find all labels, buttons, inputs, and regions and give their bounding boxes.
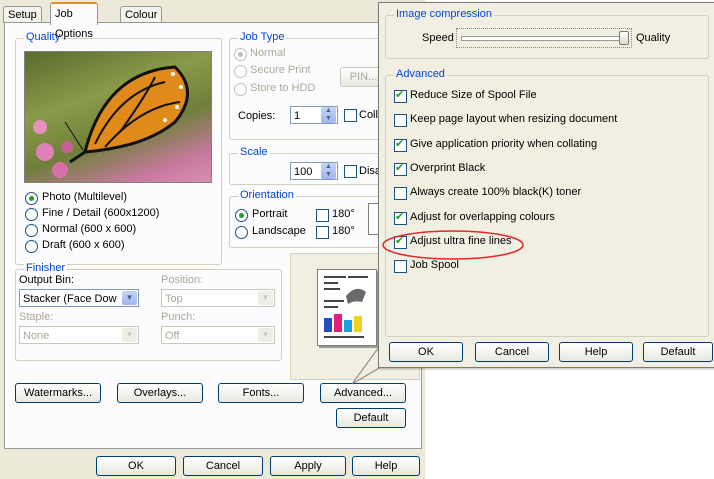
apply-button[interactable]: Apply	[270, 456, 346, 476]
copies-value: 1	[294, 110, 301, 122]
collate-checkbox[interactable]	[344, 109, 357, 122]
advanced-option-checkbox[interactable]	[394, 210, 407, 225]
output-bin-value: Stacker (Face Dow	[23, 293, 117, 305]
output-bin-select[interactable]: Stacker (Face Dow ▼	[19, 289, 139, 307]
quality-group: Quality Photo (Multilevel) Fine / Detail…	[15, 31, 222, 265]
advanced-title: Advanced	[394, 68, 447, 80]
job-type-secure-radio[interactable]	[234, 65, 247, 78]
copies-spinner[interactable]: ▲ ▼	[321, 107, 336, 123]
position-label: Position:	[161, 274, 204, 286]
orientation-landscape-label: Landscape	[252, 225, 306, 237]
speed-label: Speed	[422, 32, 454, 44]
advanced-option-checkbox[interactable]	[394, 137, 407, 152]
staple-dropdown-icon[interactable]: ▼	[122, 328, 137, 342]
job-type-normal-label: Normal	[250, 47, 286, 59]
orientation-portrait-label: Portrait	[252, 208, 288, 220]
advanced-option-label: Give application priority when collating	[410, 137, 598, 150]
highlight-ellipse	[382, 230, 524, 260]
staple-value: None	[23, 330, 50, 342]
quality-fine-radio[interactable]	[25, 208, 38, 221]
quality-preview-image	[24, 51, 212, 183]
staple-select[interactable]: None ▼	[19, 326, 139, 344]
copies-label: Copies:	[238, 110, 276, 122]
quality-normal-radio[interactable]	[25, 224, 38, 237]
advanced-dialog: Image compression Speed Quality Advanced…	[378, 2, 714, 368]
advanced-group: Advanced Reduce Size of Spool File Keep p…	[385, 68, 709, 337]
quality-fine-label: Fine / Detail (600x1200)	[42, 207, 160, 219]
quality-draft-radio[interactable]	[25, 240, 38, 253]
copies-input[interactable]: 1 ▲ ▼	[290, 106, 338, 124]
job-type-store-radio[interactable]	[234, 83, 247, 96]
job-type-normal-radio[interactable]	[234, 48, 247, 61]
finisher-title: Finisher	[24, 262, 68, 274]
slider-track	[461, 36, 629, 41]
cancel-button[interactable]: Cancel	[183, 456, 263, 476]
rotate-portrait-checkbox[interactable]	[316, 209, 329, 222]
quality-normal-label: Normal (600 x 600)	[42, 223, 137, 235]
advanced-option-label: Keep page layout when resizing document	[410, 113, 618, 126]
staple-label: Staple:	[19, 311, 54, 323]
compression-slider[interactable]	[456, 28, 632, 48]
quality-draft-label: Draft (600 x 600)	[42, 239, 125, 251]
finisher-group: Finisher Output Bin: Stacker (Face Dow ▼…	[15, 262, 282, 361]
disable-scale-checkbox[interactable]	[344, 165, 357, 178]
position-value: Top	[165, 293, 183, 305]
scale-title: Scale	[238, 146, 270, 158]
output-bin-dropdown-icon[interactable]: ▼	[122, 291, 137, 305]
orientation-title: Orientation	[238, 189, 296, 201]
advanced-option-checkbox[interactable]	[394, 187, 407, 201]
scale-input[interactable]: 100 ▲ ▼	[290, 162, 338, 180]
job-type-title: Job Type	[238, 31, 287, 43]
fonts-button[interactable]: Fonts...	[218, 383, 304, 403]
advanced-cancel-button[interactable]: Cancel	[475, 342, 549, 362]
ok-button[interactable]: OK	[96, 456, 176, 476]
quality-photo-radio[interactable]	[25, 192, 38, 205]
advanced-option-label: Adjust for overlapping colours	[410, 210, 555, 223]
punch-dropdown-icon[interactable]: ▼	[258, 328, 273, 342]
butterfly-image	[33, 65, 189, 178]
default-button[interactable]: Default	[336, 408, 406, 428]
tab-job-options[interactable]: Job Options	[50, 2, 98, 40]
orientation-group: Orientation Portrait Landscape 180° 180°	[229, 189, 380, 248]
slider-thumb[interactable]	[619, 31, 629, 45]
advanced-option-checkbox[interactable]	[394, 114, 407, 128]
quality-photo-label: Photo (Multilevel)	[42, 191, 127, 203]
orientation-landscape-radio[interactable]	[235, 226, 248, 239]
tab-colour[interactable]: Colour	[120, 6, 163, 23]
quality-label: Quality	[636, 32, 671, 44]
rotate-landscape-label: 180°	[332, 225, 355, 237]
position-select[interactable]: Top ▼	[161, 289, 275, 307]
orientation-portrait-radio[interactable]	[235, 209, 248, 222]
advanced-option-checkbox[interactable]	[394, 161, 407, 176]
tab-setup[interactable]: Setup	[3, 6, 42, 23]
scale-value: 100	[294, 166, 313, 178]
image-compression-title: Image compression	[394, 8, 494, 20]
advanced-option-label: Reduce Size of Spool File	[410, 89, 537, 101]
overlays-button[interactable]: Overlays...	[117, 383, 203, 403]
image-compression-group: Image compression Speed Quality	[385, 8, 709, 59]
job-type-secure-label: Secure Print	[250, 64, 311, 76]
punch-select[interactable]: Off ▼	[161, 326, 275, 344]
output-bin-label: Output Bin:	[19, 274, 75, 286]
advanced-default-button[interactable]: Default	[643, 342, 713, 362]
advanced-help-button[interactable]: Help	[559, 342, 633, 362]
position-dropdown-icon[interactable]: ▼	[258, 291, 273, 305]
advanced-option-label: Always create 100% black(K) toner	[410, 186, 582, 199]
rotate-landscape-checkbox[interactable]	[316, 226, 329, 239]
rotate-portrait-label: 180°	[332, 208, 355, 220]
punch-value: Off	[165, 330, 180, 342]
scale-spinner[interactable]: ▲ ▼	[321, 163, 336, 179]
advanced-option-checkbox[interactable]	[394, 88, 407, 103]
watermarks-button[interactable]: Watermarks...	[15, 383, 101, 403]
advanced-option-label: Overprint Black	[410, 161, 486, 174]
job-type-store-label: Store to HDD	[250, 82, 316, 94]
advanced-ok-button[interactable]: OK	[389, 342, 463, 362]
job-options-dialog: Setup Job Options Colour Quality Photo (…	[0, 0, 425, 479]
help-button[interactable]: Help	[352, 456, 420, 476]
punch-label: Punch:	[161, 311, 196, 323]
